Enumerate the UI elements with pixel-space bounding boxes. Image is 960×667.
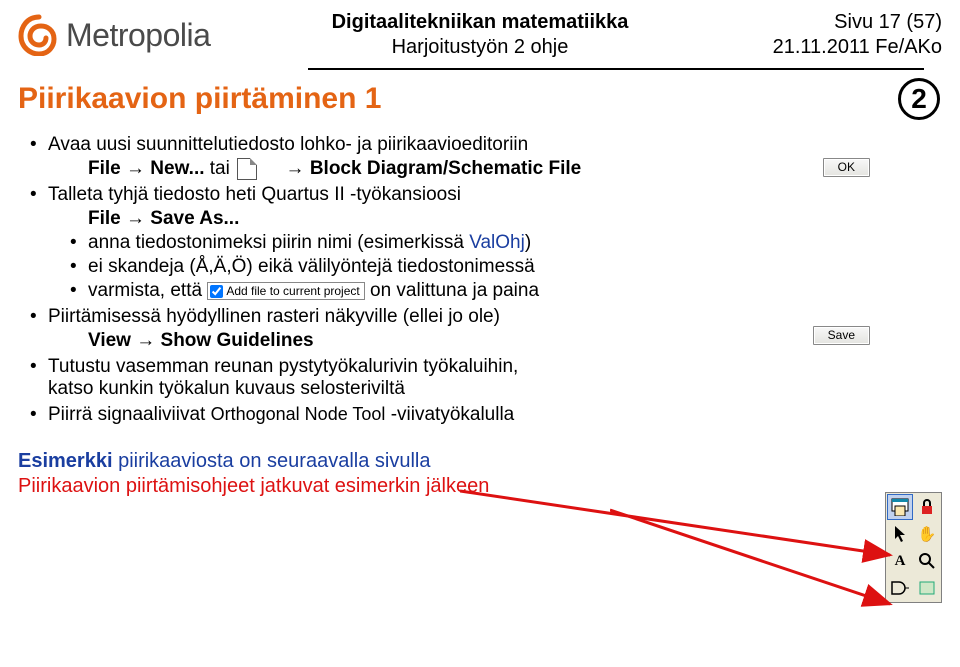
sub-filename-pre: anna tiedostonimeksi piirin nimi (esimer… [88, 232, 469, 253]
ok-button[interactable]: OK [823, 158, 870, 177]
menu-new: New... [150, 158, 204, 179]
palette-gate-icon[interactable] [887, 575, 913, 601]
palette-block-icon[interactable] [914, 575, 940, 601]
bullet-draw: Piirrä signaaliviivat Orthogonal Node To… [48, 404, 942, 426]
bullet-raster: Piirtämisessä hyödyllinen rasteri näkyvi… [48, 306, 942, 352]
red-arrow-to-tool [610, 504, 910, 614]
header-rule [308, 68, 924, 70]
checkbox-add-file[interactable]: Add file to current project [207, 282, 364, 300]
body-list: Avaa uusi suunnittelutiedosto lohko- ja … [18, 134, 942, 426]
menu-block-diagram: Block Diagram/Schematic File [310, 158, 581, 179]
sub-addfile: varmista, että Add file to current proje… [88, 280, 942, 302]
subline-file-new: File → New... tai → Block Diagram/Schema… [48, 158, 942, 180]
bullet-open-file-text: Avaa uusi suunnittelutiedosto lohko- ja … [48, 134, 528, 155]
arrow-icon: → [126, 158, 145, 179]
sub-addfile-b: on valittuna ja paina [370, 280, 539, 301]
new-file-icon [237, 158, 257, 180]
subline-file-saveas: File → Save As... [48, 208, 942, 230]
checkbox-label: Add file to current project [226, 284, 359, 298]
menu-show-guidelines: Show Guidelines [161, 330, 314, 351]
bullet-tools-b: katso kunkin työkalun kuvaus selosterivi… [48, 378, 405, 399]
footer-line1-a: Esimerkki [18, 450, 113, 472]
bullet-raster-text: Piirtämisessä hyödyllinen rasteri näkyvi… [48, 306, 500, 327]
menu-view: View [88, 330, 131, 351]
menu-file: File [88, 158, 121, 179]
palette-pointer-icon[interactable] [887, 521, 913, 547]
palette-text-icon[interactable]: A [887, 548, 913, 574]
palette-hand-icon[interactable]: ✋ [914, 521, 940, 547]
brand-logo: Metropolia [18, 14, 210, 56]
sub-filename-blue: ValOhj [469, 232, 525, 253]
bullet-save-file: Talleta tyhjä tiedosto heti Quartus II -… [48, 184, 942, 302]
tool-orthogonal-node: Orthogonal Node Tool [211, 404, 386, 424]
sub-no-scand: ei skandeja (Å,Ä,Ö) eikä välilyöntejä ti… [88, 256, 942, 278]
menu-file: File [88, 208, 121, 229]
sub-addfile-a: varmista, että [88, 280, 207, 301]
bullet-draw-c: -viivatyökalulla [385, 404, 514, 425]
doc-date: 21.11.2011 Fe/AKo [773, 35, 942, 60]
doc-title: Digitaalitekniikan matematiikka Harjoitu… [332, 10, 629, 60]
page-badge: 2 [898, 78, 940, 120]
brand-text: Metropolia [66, 17, 210, 54]
sub-filename: anna tiedostonimeksi piirin nimi (esimer… [88, 232, 942, 254]
doc-title-line2: Harjoitustyön 2 ohje [332, 35, 629, 60]
arrow-icon: → [136, 330, 155, 351]
palette-lock-icon[interactable] [914, 494, 940, 520]
swirl-icon [18, 14, 60, 56]
subline-view-guidelines: View → Show Guidelines [48, 330, 942, 352]
doc-title-line1: Digitaalitekniikan matematiikka [332, 10, 629, 35]
save-button[interactable]: Save [813, 326, 870, 345]
bullet-draw-a: Piirrä signaaliviivat [48, 404, 211, 425]
footer-line2: Piirikaavion piirtämisohjeet jatkuvat es… [18, 475, 942, 498]
menu-saveas: Save As... [150, 208, 239, 229]
bullet-tools: Tutustu vasemman reunan pystytyökalurivi… [48, 356, 942, 400]
bullet-tools-a: Tutustu vasemman reunan pystytyökalurivi… [48, 356, 518, 377]
arrow-icon: → [126, 208, 145, 229]
page-number: Sivu 17 (57) [773, 10, 942, 35]
checkbox-input[interactable] [210, 285, 223, 298]
bullet-save-file-text: Talleta tyhjä tiedosto heti Quartus II -… [48, 184, 461, 205]
palette-window-icon[interactable] [887, 494, 913, 520]
palette-zoom-icon[interactable] [914, 548, 940, 574]
save-sublist: anna tiedostonimeksi piirin nimi (esimer… [48, 232, 942, 302]
sub-filename-post: ) [525, 232, 531, 253]
text-or: tai [210, 158, 235, 179]
footer-line1: Esimerkki piirikaaviosta on seuraavalla … [18, 450, 942, 473]
section-title: Piirikaavion piirtäminen 1 [18, 82, 381, 116]
page-header: Metropolia Digitaalitekniikan matematiik… [18, 10, 942, 66]
bullet-open-file: Avaa uusi suunnittelutiedosto lohko- ja … [48, 134, 942, 180]
tool-palette: ✋ A [885, 492, 942, 603]
footer-line1-b: piirikaaviosta on seuraavalla sivulla [113, 450, 431, 472]
doc-meta: Sivu 17 (57) 21.11.2011 Fe/AKo [773, 10, 942, 60]
arrow-icon: → [286, 158, 305, 179]
